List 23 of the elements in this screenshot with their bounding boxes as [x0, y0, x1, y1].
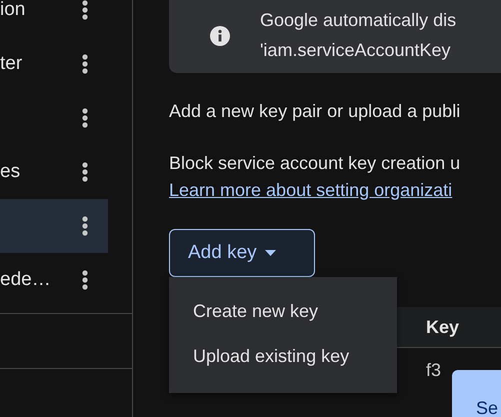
sidebar-item[interactable]: ter [0, 37, 108, 91]
sidebar-item[interactable]: es [0, 145, 108, 199]
more-options-icon[interactable] [82, 108, 88, 128]
more-options-icon[interactable] [82, 216, 88, 236]
description-text: Add a new key pair or upload a publi [169, 101, 462, 122]
tooltip: Se [452, 370, 501, 417]
menu-item[interactable]: Create new key [169, 289, 397, 334]
banner-text: 'iam.serviceAccountKey [260, 40, 452, 61]
more-options-icon[interactable] [82, 270, 88, 290]
policy-text: Block service account key creation u [169, 153, 462, 174]
more-options-icon[interactable] [82, 0, 88, 20]
learn-more-link[interactable]: Learn more about setting organizati [169, 180, 501, 201]
caret-icon [264, 250, 276, 256]
more-options-icon[interactable] [82, 54, 88, 74]
more-options-icon[interactable] [82, 162, 88, 182]
menu-item[interactable]: Upload existing key [169, 334, 397, 379]
banner-text: Google automatically dis [260, 10, 456, 31]
add-key-button[interactable]: Add key [169, 229, 315, 277]
sidebar-item[interactable]: ede… [0, 253, 108, 307]
sidebar-item[interactable]: ion [0, 0, 108, 37]
info-icon [210, 26, 230, 46]
column-header: Key [425, 316, 460, 338]
table-cell-text: f3 [425, 360, 442, 380]
